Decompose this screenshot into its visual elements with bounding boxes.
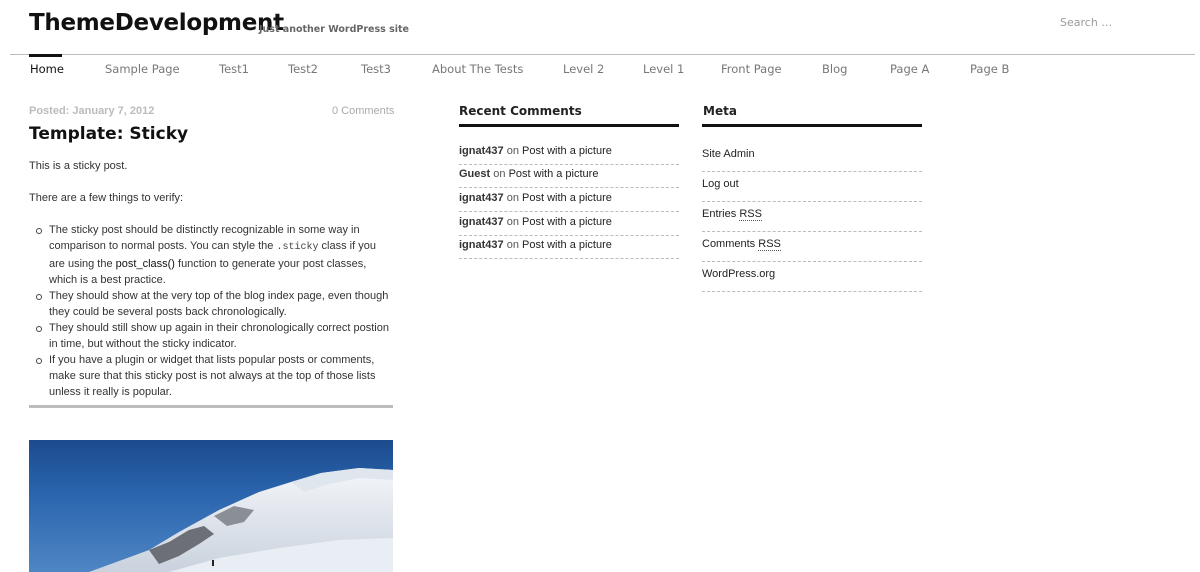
meta-bar <box>702 124 922 127</box>
entries-label: Entries <box>702 208 737 220</box>
code-sticky: .sticky <box>276 242 319 253</box>
post-title[interactable]: Template: Sticky <box>29 124 188 144</box>
comment-author[interactable]: ignat437 <box>459 145 504 157</box>
comment-post-link[interactable]: Post with a picture <box>522 239 612 251</box>
recent-comments-title: Recent Comments <box>459 104 582 118</box>
nav-item-about-the-tests[interactable]: About The Tests <box>432 62 523 76</box>
nav-item-page-b[interactable]: Page B <box>970 62 1009 76</box>
comment-author[interactable]: ignat437 <box>459 216 504 228</box>
meta-title: Meta <box>703 104 737 118</box>
list-item: They should still show up again in their… <box>36 320 394 352</box>
post-divider <box>29 405 393 408</box>
header-divider <box>10 54 1195 55</box>
list-item: ignat437 on Post with a picture <box>459 216 679 236</box>
entries-rss-link[interactable]: Entries RSS <box>702 208 762 221</box>
comment-post-link[interactable]: Post with a picture <box>522 216 612 228</box>
post-date[interactable]: Posted: January 7, 2012 <box>29 105 154 117</box>
comment-author[interactable]: ignat437 <box>459 192 504 204</box>
featured-image-mountain[interactable] <box>29 440 393 572</box>
list-item: WordPress.org <box>702 268 922 292</box>
list-item: Comments RSS <box>702 238 922 262</box>
list-item: They should show at the very top of the … <box>36 288 394 320</box>
list-item: ignat437 on Post with a picture <box>459 192 679 212</box>
list-item: Site Admin <box>702 148 922 172</box>
nav-item-level-2[interactable]: Level 2 <box>563 62 604 76</box>
comment-post-link[interactable]: Post with a picture <box>509 168 599 180</box>
nav-item-test3[interactable]: Test3 <box>361 62 391 76</box>
post-comments-link[interactable]: 0 Comments <box>332 105 394 117</box>
list-item: If you have a plugin or widget that list… <box>36 352 394 400</box>
nav-item-home[interactable]: Home <box>30 62 64 76</box>
nav-item-front-page[interactable]: Front Page <box>721 62 782 76</box>
list-item: ignat437 on Post with a picture <box>459 239 679 259</box>
comment-on-text: on <box>506 192 519 204</box>
post-verify-text: There are a few things to verify: <box>29 192 184 204</box>
list-item: Guest on Post with a picture <box>459 168 679 188</box>
post-bullet-list: The sticky post should be distinctly rec… <box>29 222 394 400</box>
comment-on-text: on <box>506 145 519 157</box>
list-item: The sticky post should be distinctly rec… <box>36 222 394 288</box>
list-item: Log out <box>702 178 922 202</box>
wordpress-org-link[interactable]: WordPress.org <box>702 268 775 280</box>
list-item: ignat437 on Post with a picture <box>459 145 679 165</box>
rss-abbr: RSS <box>758 238 781 251</box>
comment-on-text: on <box>506 216 519 228</box>
site-header: ThemeDevelopment Just another WordPress … <box>0 0 1200 55</box>
nav-item-sample-page[interactable]: Sample Page <box>105 62 180 76</box>
post-content: This is a sticky post. There are a few t… <box>29 158 394 400</box>
nav-item-blog[interactable]: Blog <box>822 62 847 76</box>
comment-post-link[interactable]: Post with a picture <box>522 192 612 204</box>
nav-item-level-1[interactable]: Level 1 <box>643 62 684 76</box>
nav-item-test1[interactable]: Test1 <box>219 62 249 76</box>
post-class-link[interactable]: post_class() <box>116 258 175 270</box>
site-description: Just another WordPress site <box>259 24 409 35</box>
site-admin-link[interactable]: Site Admin <box>702 148 755 160</box>
post-intro: This is a sticky post. <box>29 160 128 172</box>
comment-on-text: on <box>493 168 506 180</box>
comment-author: Guest <box>459 168 491 180</box>
log-out-link[interactable]: Log out <box>702 178 739 190</box>
comment-post-link[interactable]: Post with a picture <box>522 145 612 157</box>
comment-on-text: on <box>506 239 519 251</box>
comments-label: Comments <box>702 238 756 250</box>
nav-item-page-a[interactable]: Page A <box>890 62 929 76</box>
comment-author[interactable]: ignat437 <box>459 239 504 251</box>
site-title[interactable]: ThemeDevelopment <box>29 10 284 36</box>
rss-abbr: RSS <box>739 208 762 221</box>
mountain-illustration <box>89 468 393 572</box>
nav-item-test2[interactable]: Test2 <box>288 62 318 76</box>
recent-comments-bar <box>459 124 679 127</box>
search-input[interactable] <box>1060 13 1180 31</box>
nav-active-indicator <box>29 54 62 57</box>
comments-rss-link[interactable]: Comments RSS <box>702 238 781 251</box>
list-item: Entries RSS <box>702 208 922 232</box>
